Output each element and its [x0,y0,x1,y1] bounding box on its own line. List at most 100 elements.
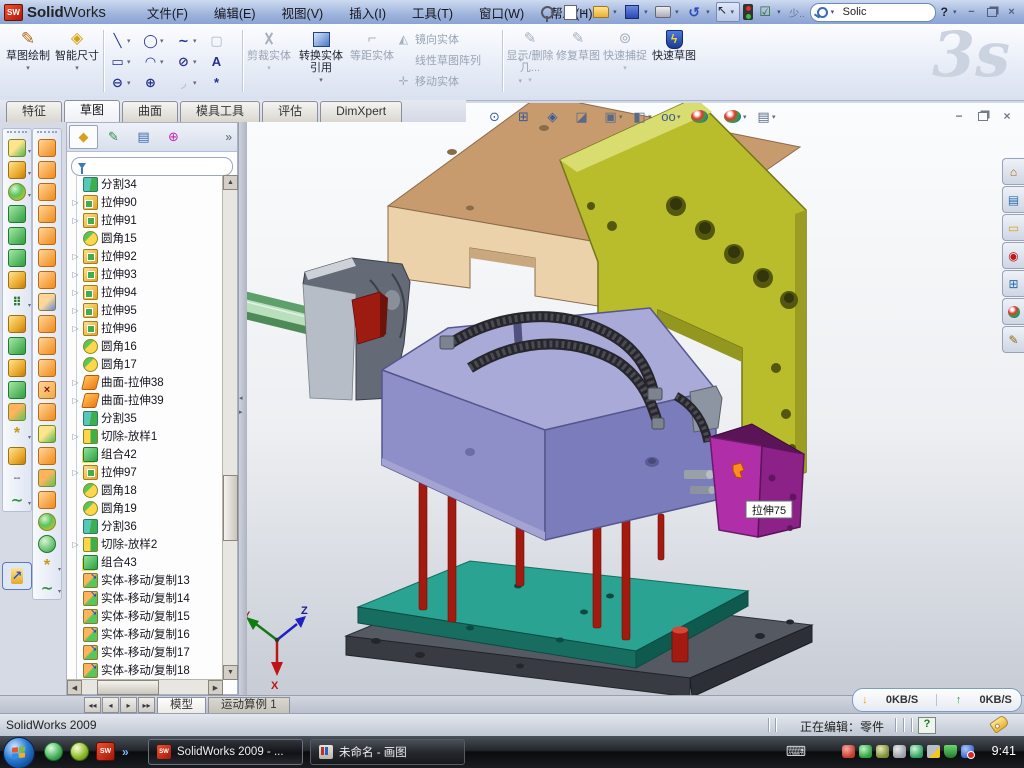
edit-appearance-icon[interactable] [688,107,719,126]
feature-label[interactable]: 圆角17 [101,356,137,372]
swept-surface-button[interactable] [33,137,61,159]
panel-splitter[interactable] [238,122,247,695]
apply-scene-icon[interactable] [721,107,752,126]
doc-tab-model[interactable]: 模型 [157,697,206,714]
tab-dimxpert[interactable]: DimXpert [320,101,402,122]
menu-item[interactable]: 窗口(W) [466,0,537,25]
tree-item[interactable]: 拉伸93 [71,265,223,283]
toolbar-overflow-label[interactable]: 少.. [787,5,807,20]
custom-properties-tab[interactable]: ✎ [1002,326,1024,353]
doc-nav-last[interactable]: ▸▸ [138,697,155,713]
quick-snaps-button[interactable]: ⊚ 快速捕捉▾ [602,27,648,95]
fillet-button[interactable] [3,181,31,203]
point-tool-button[interactable]: * [207,72,240,93]
feature-label[interactable]: 拉伸90 [101,194,137,210]
expander-icon[interactable] [71,198,80,207]
solidworks-search-tab[interactable]: ◉ [1002,242,1024,269]
feature-label[interactable]: 实体-移动/复制18 [101,662,190,678]
revolved-surface-button[interactable] [33,159,61,181]
tray-defender-icon[interactable] [944,745,957,758]
doc-nav-next[interactable]: ▸ [120,697,137,713]
search-box[interactable]: ▾ [810,3,936,22]
menu-item[interactable]: 视图(V) [269,0,337,25]
feature-label[interactable]: 实体-移动/复制17 [101,644,190,660]
display-style-icon[interactable]: ◧ [630,107,657,126]
save-button[interactable] [623,4,641,21]
extend-surface-button[interactable] [33,467,61,489]
surface-curve-button[interactable] [33,577,61,599]
tree-item[interactable]: 拉伸92 [71,247,223,265]
sketch-button[interactable]: ✎ 草图绘制▾ [4,27,52,95]
feature-label[interactable]: 切除-放样1 [101,428,157,444]
panel-overflow-button[interactable]: » [225,130,235,144]
expander-icon[interactable] [71,216,80,225]
line-tool-button[interactable]: ╲ [108,30,141,51]
planar-surface-button[interactable] [33,269,61,291]
tab-sketch[interactable]: 草图 [64,100,120,122]
quick-launch-chevron[interactable]: » [122,745,129,759]
file-explorer-tab[interactable]: ▭ [1002,214,1024,241]
tray-messenger-status-icon[interactable] [961,745,974,758]
document-close-button[interactable]: × [998,109,1016,123]
feature-label[interactable]: 圆角19 [101,500,137,516]
feature-label[interactable]: 实体-移动/复制16 [101,626,190,642]
design-library-tab[interactable]: ▤ [1002,186,1024,213]
view-settings-icon[interactable]: ▤ [754,107,781,126]
tray-antivirus-icon[interactable] [842,745,855,758]
instant3d-button[interactable]: ↗ [2,562,32,590]
tree-item[interactable]: 圆角18 [71,481,223,499]
display-delete-relations-button[interactable]: ✎ 显示/删除几...▾ [506,27,554,95]
quick-launch-solidworks-icon[interactable]: SW [96,742,115,761]
zoom-area-icon[interactable]: ⊞ [514,107,541,126]
menu-item[interactable]: 工具(T) [399,0,466,25]
untrim-surface-button[interactable] [33,489,61,511]
tab-surfaces[interactable]: 曲面 [122,101,178,122]
knit-surface-button[interactable] [33,423,61,445]
tree-item[interactable]: 组合42 [71,445,223,463]
hole-wizard-button[interactable] [3,269,31,291]
scroll-up-arrow[interactable]: ▲ [223,175,238,190]
expander-icon[interactable] [71,288,80,297]
rebuild-traffic-light-icon[interactable] [743,4,753,20]
rib-button[interactable] [3,313,31,335]
expander-icon[interactable] [71,252,80,261]
zoom-fit-icon[interactable]: ⊙ [485,107,512,126]
surface-reference-geometry-button[interactable] [33,555,61,577]
expander-icon[interactable] [71,378,80,387]
quick-launch-media-icon[interactable] [70,742,89,761]
tray-security-icon[interactable] [859,745,872,758]
move-copy-body-button[interactable] [3,401,31,423]
tree-item[interactable]: 切除-放样2 [71,535,223,553]
tree-vertical-scrollbar[interactable]: ▲ ▼ [222,175,237,680]
feature-label[interactable]: 拉伸91 [101,212,137,228]
shell-button[interactable] [3,357,31,379]
quick-launch-messenger-icon[interactable] [44,742,63,761]
linear-pattern-button[interactable] [3,291,31,313]
tree-horizontal-scrollbar[interactable]: ◀ ▶ [67,679,223,694]
tray-update-icon[interactable] [876,745,889,758]
feature-label[interactable]: 曲面-拉伸39 [101,392,164,408]
tree-item[interactable]: 圆角15 [71,229,223,247]
tray-volume-icon[interactable] [893,745,906,758]
circle-tool-button[interactable]: ◯ [141,30,174,51]
scroll-right-arrow[interactable]: ▶ [208,680,223,695]
boundary-surface-button[interactable] [33,225,61,247]
model-view[interactable]: 拉伸75 Y Z X [240,103,1024,695]
tree-item[interactable]: 拉伸94 [71,283,223,301]
expander-icon[interactable] [71,468,80,477]
flange-surface-button[interactable] [33,357,61,379]
filled-surface-button[interactable] [33,247,61,269]
tree-item[interactable]: 分割36 [71,517,223,535]
tree-item[interactable]: 实体-移动/复制17 [71,643,223,661]
tree-item[interactable]: 曲面-拉伸38 [71,373,223,391]
taskbar-clock[interactable]: 9:41 [992,744,1016,758]
undo-button[interactable]: ↺ [685,4,703,21]
feature-label[interactable]: 圆角15 [101,230,137,246]
thicken-button[interactable] [33,335,61,357]
scroll-thumb[interactable] [223,475,238,541]
feature-label[interactable]: 分割35 [101,410,137,426]
propertymanager-tab[interactable]: ✎ [99,125,128,149]
text-tool-button[interactable]: A [207,51,240,72]
expander-icon[interactable] [71,306,80,315]
tree-item[interactable]: 圆角17 [71,355,223,373]
